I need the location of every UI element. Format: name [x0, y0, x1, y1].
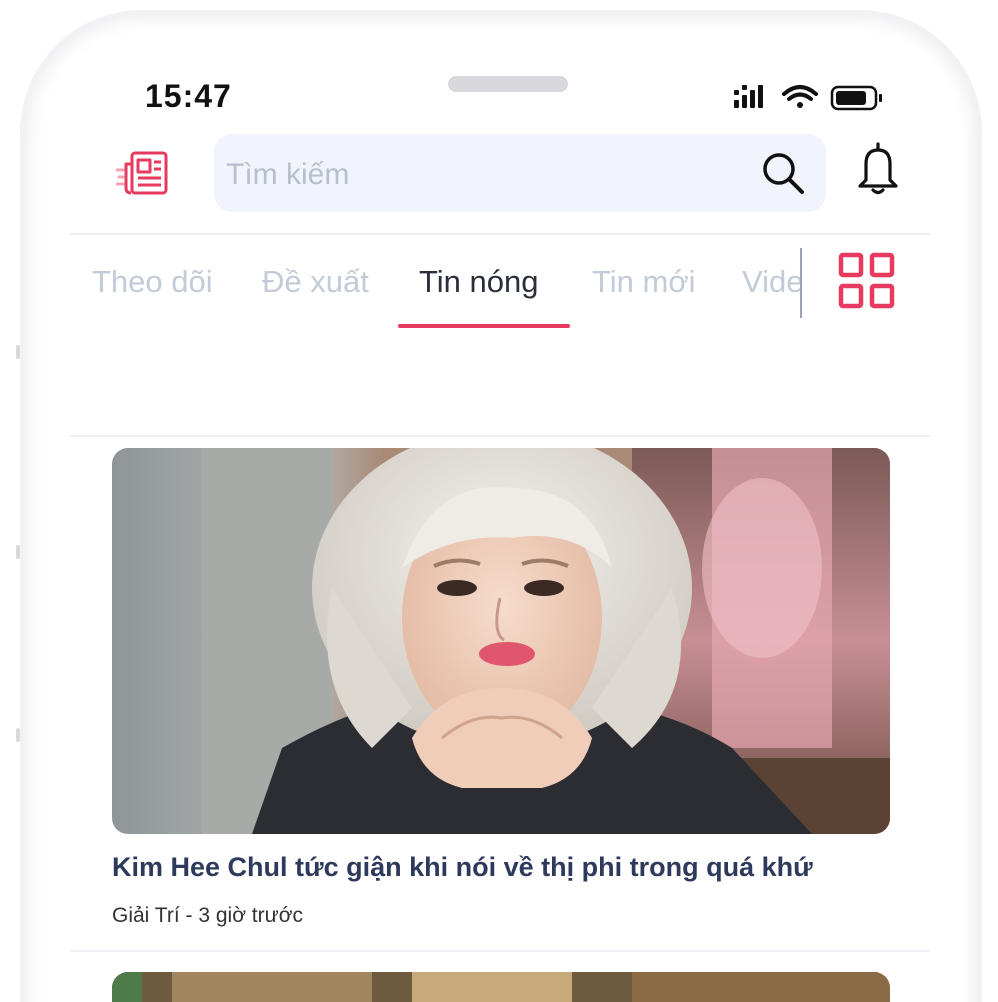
category-tabs: Theo dõi Đề xuất Tin nóng Tin mới Video: [72, 236, 800, 336]
tab-theo-doi[interactable]: Theo dõi: [92, 264, 213, 300]
bell-icon[interactable]: [854, 140, 902, 196]
article-meta: Giải Trí - 3 giờ trước: [112, 904, 303, 927]
status-time: 15:47: [145, 78, 232, 114]
search-icon[interactable]: [760, 150, 806, 196]
tab-tin-nong[interactable]: Tin nóng: [419, 264, 539, 300]
article-title[interactable]: Kim Hee Chul tức giận khi nói về thị phi…: [112, 852, 902, 883]
phone-side-button: [16, 728, 20, 742]
active-tab-indicator: [398, 324, 570, 328]
article-divider: [70, 950, 930, 952]
status-icons: [732, 82, 892, 112]
wifi-icon: [782, 85, 818, 108]
grid-icon[interactable]: [838, 252, 896, 310]
search-input[interactable]: Tìm kiếm: [214, 134, 826, 212]
phone-notch: [448, 76, 568, 92]
next-article-image[interactable]: [112, 972, 890, 1002]
newspaper-icon[interactable]: [115, 150, 170, 198]
tab-tin-moi[interactable]: Tin mới: [592, 264, 696, 300]
search-placeholder: Tìm kiếm: [226, 158, 350, 191]
tabs-divider: [70, 435, 930, 437]
tab-video[interactable]: Video: [742, 264, 800, 300]
article-image[interactable]: [112, 448, 890, 834]
phone-side-button: [16, 345, 20, 359]
phone-side-button: [16, 545, 20, 559]
battery-icon: [830, 85, 882, 111]
header-divider: [70, 233, 930, 235]
signal-icon: [734, 85, 763, 108]
tabs-separator: [800, 248, 802, 318]
tab-de-xuat[interactable]: Đề xuất: [262, 264, 369, 300]
